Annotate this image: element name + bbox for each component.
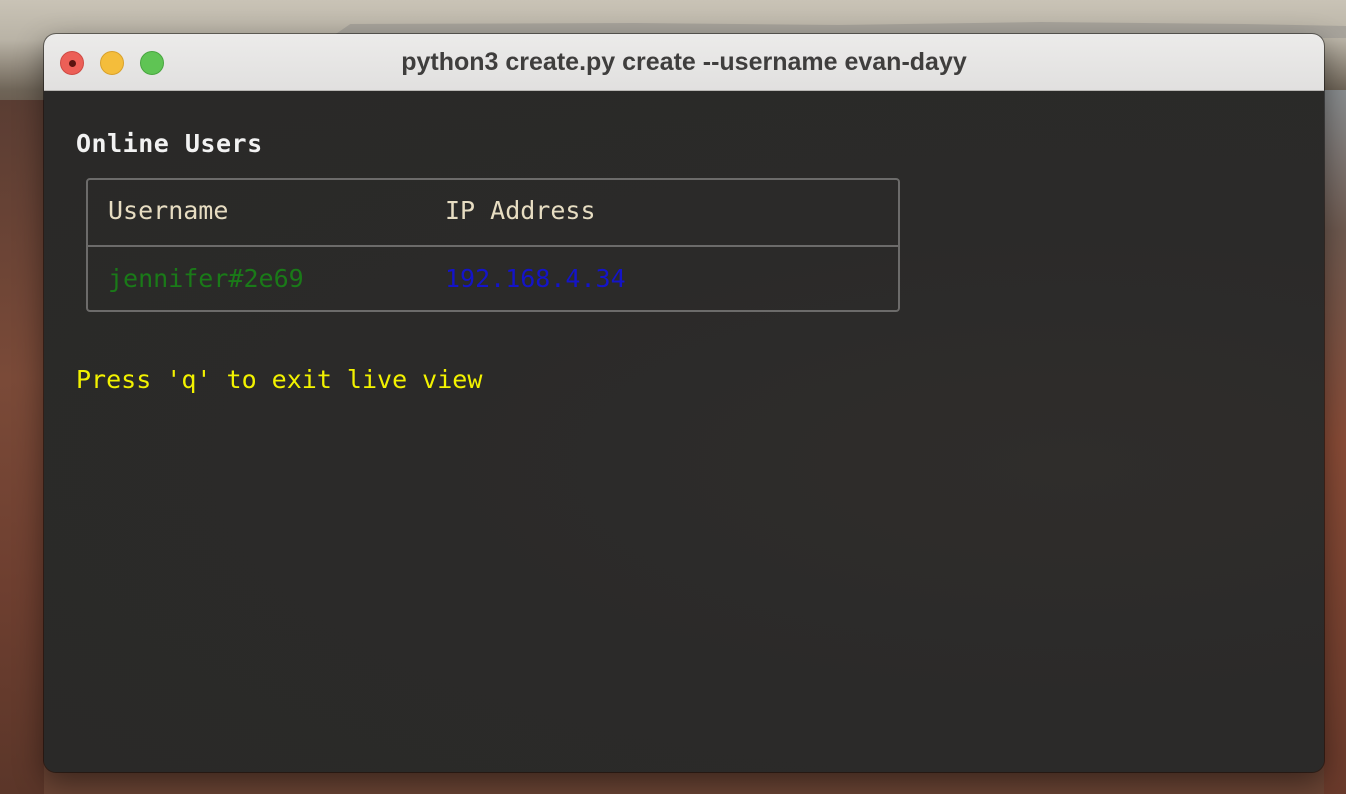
table-row-username: jennifer#2e69 [108, 264, 304, 293]
table-divider [88, 245, 898, 247]
title-bar: python3 create.py create --username evan… [44, 34, 1324, 91]
terminal-window: python3 create.py create --username evan… [44, 34, 1324, 772]
desktop-background-right [1324, 90, 1346, 794]
section-heading: Online Users [76, 129, 263, 158]
exit-hint: Press 'q' to exit live view [76, 365, 483, 394]
window-title: python3 create.py create --username evan… [401, 48, 967, 76]
desktop-background [0, 100, 44, 794]
table-row-ip-address: 192.168.4.34 [445, 264, 626, 293]
users-table: Username IP Address jennifer#2e69 192.16… [86, 178, 900, 312]
terminal-content[interactable]: Online Users Username IP Address jennife… [44, 91, 1324, 772]
column-header-username: Username [108, 196, 229, 225]
column-header-ip-address: IP Address [445, 196, 596, 225]
